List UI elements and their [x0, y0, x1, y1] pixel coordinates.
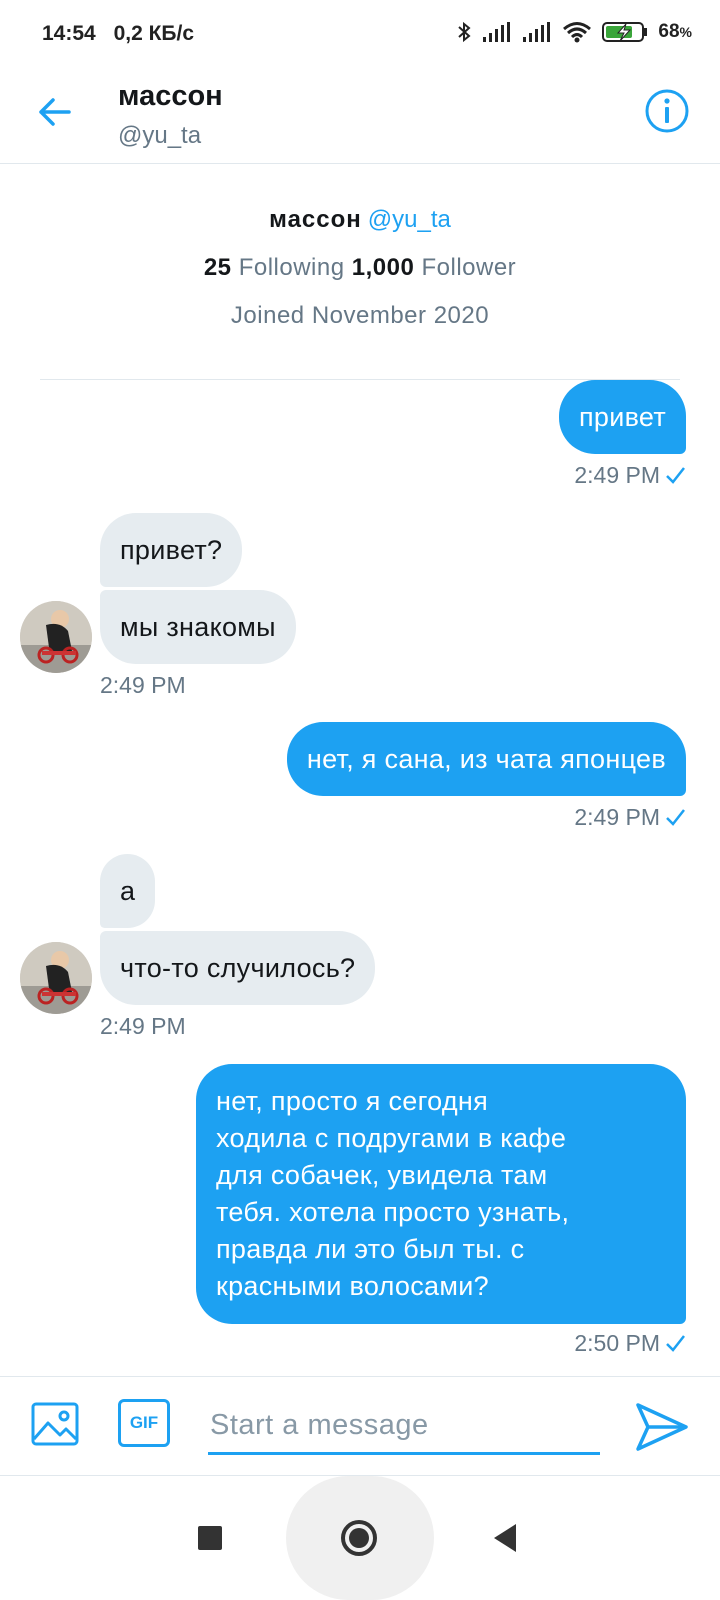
follower-count: 1,000 — [351, 254, 415, 281]
bluetooth-icon — [458, 21, 471, 43]
message-bubble-received[interactable]: привет? — [100, 513, 243, 587]
avatar[interactable] — [20, 942, 92, 1014]
system-back-button[interactable] — [494, 1524, 516, 1552]
profile-joined: Joined November 2020 — [230, 302, 490, 329]
sent-check-icon — [666, 1335, 685, 1352]
battery-charging-icon — [602, 22, 648, 42]
following-count: 25 — [203, 254, 232, 281]
follower-label: Follower — [421, 254, 517, 281]
message-line: правда ли это был ты. с — [216, 1234, 525, 1264]
sent-check-icon — [666, 809, 685, 826]
message-composer: GIF — [0, 1376, 720, 1476]
wifi-icon — [563, 22, 592, 43]
message-bubble-sent[interactable]: нет, я сана, из чата японцев — [286, 722, 686, 796]
profile-card[interactable]: массон @yu_ta 25 Following 1,000 Follower… — [40, 164, 680, 380]
add-image-button[interactable] — [30, 1399, 82, 1451]
conversation-header: массон @yu_ta — [0, 70, 720, 164]
status-network-speed: 0,2 КБ/с — [113, 22, 195, 45]
gif-button[interactable]: GIF — [118, 1399, 170, 1447]
status-right: 68% — [456, 20, 692, 44]
message-bubble-sent[interactable]: нет, просто я сегодня ходила с подругами… — [196, 1064, 686, 1324]
home-button[interactable] — [341, 1520, 377, 1556]
header-name: массон — [118, 80, 223, 112]
profile-handle[interactable]: @yu_ta — [368, 206, 451, 233]
image-icon — [31, 1402, 79, 1446]
avatar[interactable] — [20, 601, 92, 673]
signal-icon-2 — [523, 22, 551, 42]
message-time: 2:49 PM — [100, 672, 186, 698]
profile-name: массон — [269, 206, 362, 233]
avatar-photo — [20, 601, 92, 673]
message-input[interactable] — [208, 1399, 600, 1455]
message-line: для собачек, увидела там — [216, 1160, 548, 1190]
profile-title: массон @yu_ta — [40, 206, 680, 234]
message-time: 2:49 PM — [574, 804, 686, 831]
status-bar: 14:54 0,2 КБ/с 68% — [0, 0, 720, 70]
message-bubble-received[interactable]: мы знакомы — [100, 590, 296, 664]
home-dot-icon — [349, 1528, 369, 1548]
message-line: ходила с подругами в кафе — [216, 1123, 567, 1153]
status-time: 14:54 — [42, 22, 96, 45]
sent-check-icon — [666, 467, 685, 484]
message-bubble-received[interactable]: что-то случилось? — [100, 931, 376, 1005]
message-time: 2:49 PM — [574, 462, 686, 489]
status-left: 14:54 0,2 КБ/с — [42, 22, 206, 46]
battery-percent: 68% — [658, 21, 692, 42]
system-nav-bar — [0, 1476, 720, 1600]
send-icon — [636, 1403, 688, 1451]
info-icon — [645, 89, 689, 133]
following-label: Following — [238, 254, 345, 281]
message-bubble-sent[interactable]: привет — [558, 380, 686, 454]
message-line: нет, просто я сегодня — [216, 1086, 489, 1116]
message-bubble-received[interactable]: а — [100, 854, 156, 928]
message-line: тебя. хотела просто узнать, — [216, 1197, 570, 1227]
back-button[interactable] — [30, 88, 78, 136]
message-line: красными волосами? — [216, 1271, 489, 1301]
signal-icon — [483, 22, 511, 42]
message-time: 2:50 PM — [574, 1330, 686, 1357]
message-time: 2:49 PM — [100, 1013, 186, 1039]
info-button[interactable] — [642, 86, 692, 136]
send-button[interactable] — [634, 1399, 690, 1455]
recent-apps-button[interactable] — [198, 1526, 222, 1550]
avatar-photo — [20, 942, 92, 1014]
header-handle: @yu_ta — [118, 122, 202, 149]
arrow-left-icon — [39, 98, 71, 126]
profile-stats: 25 Following 1,000 Follower — [40, 254, 680, 282]
